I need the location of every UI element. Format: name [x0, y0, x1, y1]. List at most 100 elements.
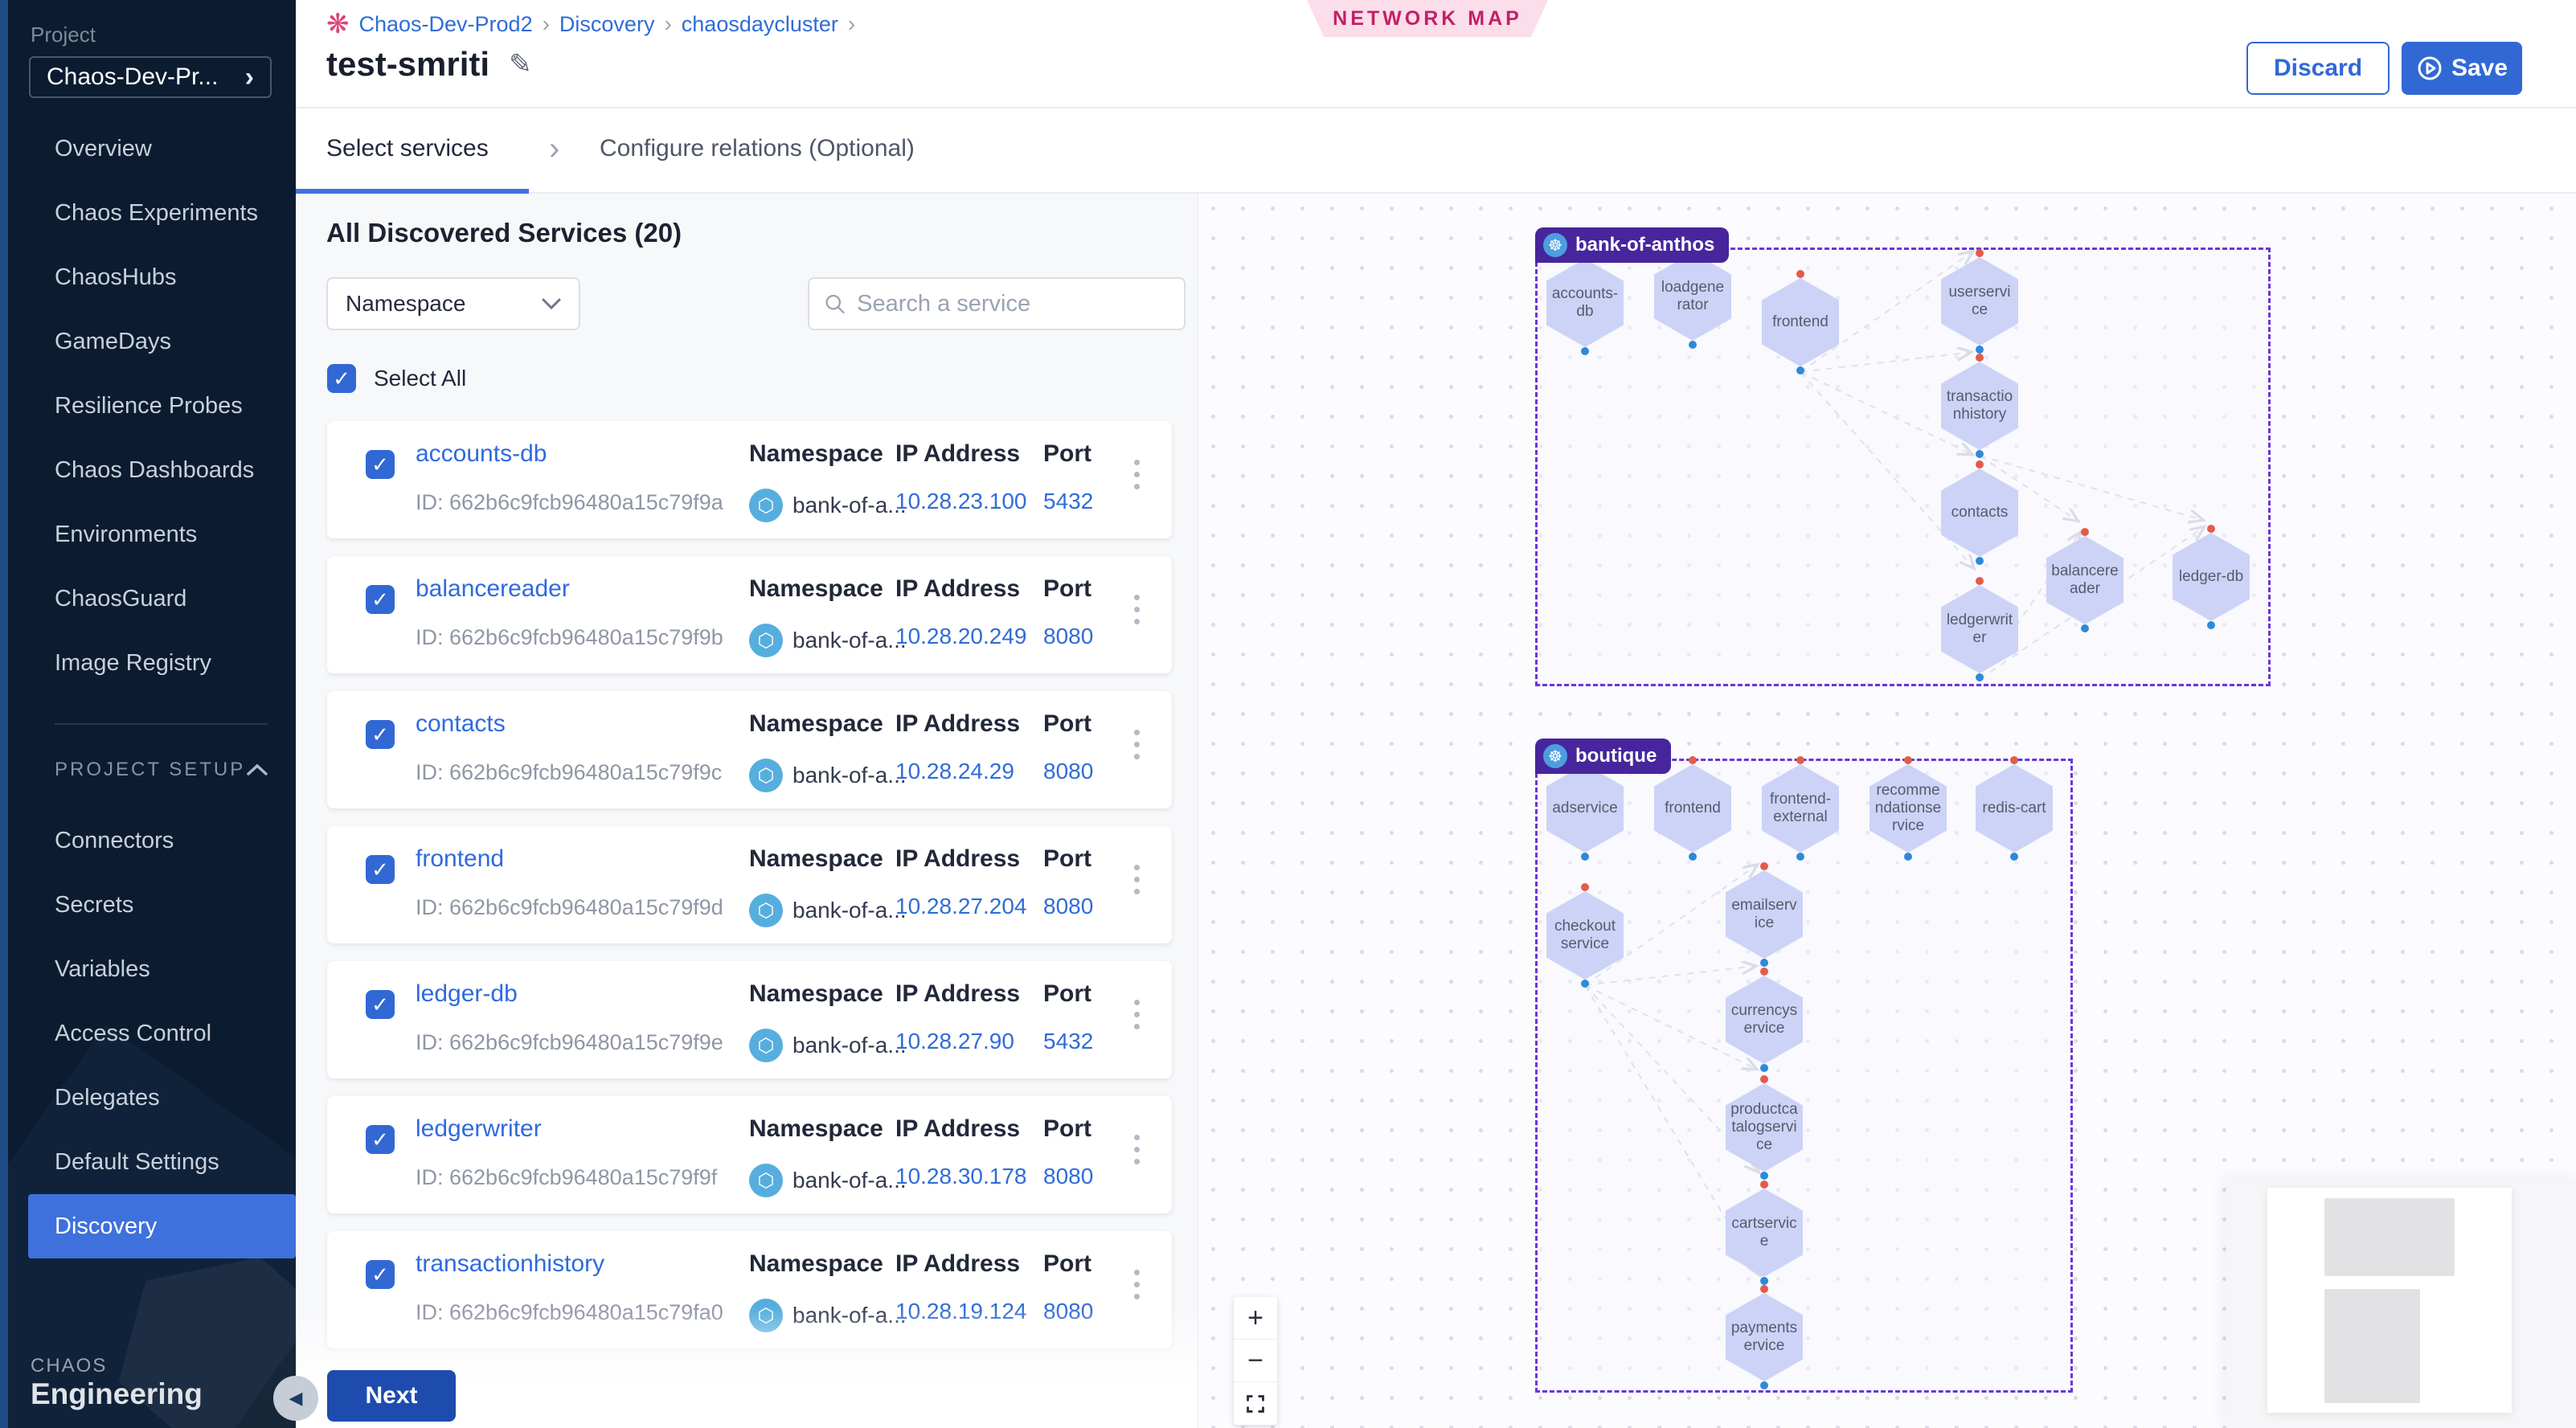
select-all-checkbox[interactable]: ✓	[327, 364, 356, 393]
service-checkbox[interactable]: ✓	[366, 990, 395, 1019]
sidebar-item-delegates[interactable]: Delegates	[8, 1066, 296, 1130]
active-tab-underline	[296, 189, 529, 194]
service-name-link[interactable]: ledger-db	[416, 980, 518, 1008]
page-header: ❋Chaos-Dev-Prod2›Discovery›chaosdayclust…	[296, 0, 2576, 108]
minimap[interactable]	[2226, 1180, 2576, 1428]
breadcrumb-separator-icon: ›	[848, 11, 855, 37]
service-checkbox[interactable]: ✓	[366, 1260, 395, 1289]
row-menu-kebab-icon[interactable]	[1129, 455, 1145, 494]
project-selector[interactable]: Chaos-Dev-Pr... ›	[29, 56, 272, 98]
egress-port-dot	[2081, 624, 2089, 632]
zoom-out-button[interactable]: −	[1234, 1340, 1277, 1382]
row-menu-kebab-icon[interactable]	[1129, 860, 1145, 899]
project-label: Project	[31, 23, 96, 47]
kebab-dot	[1134, 1135, 1140, 1140]
service-checkbox[interactable]: ✓	[366, 720, 395, 749]
sidebar-item-image-registry[interactable]: Image Registry	[8, 631, 296, 695]
row-menu-kebab-icon[interactable]	[1129, 1130, 1145, 1169]
egress-port-dot	[1689, 853, 1697, 861]
row-menu-kebab-icon[interactable]	[1129, 590, 1145, 629]
search-input[interactable]	[857, 291, 1169, 317]
next-button[interactable]: Next	[327, 1370, 456, 1422]
sidebar-item-variables[interactable]: Variables	[8, 937, 296, 1001]
service-name-link[interactable]: transactionhistory	[416, 1250, 604, 1278]
service-id: ID: 662b6c9fcb96480a15c79f9b	[416, 625, 723, 650]
service-checkbox[interactable]: ✓	[366, 450, 395, 479]
save-button[interactable]: Save	[2402, 42, 2522, 95]
column-header-namespace: Namespace	[749, 440, 883, 468]
sidebar-item-gamedays[interactable]: GameDays	[8, 309, 296, 374]
ip-value[interactable]: 10.28.27.90	[895, 1029, 1014, 1054]
egress-port-dot	[1760, 959, 1768, 967]
row-menu-kebab-icon[interactable]	[1129, 725, 1145, 764]
row-menu-kebab-icon[interactable]	[1129, 1265, 1145, 1304]
sidebar-item-chaosguard[interactable]: ChaosGuard	[8, 567, 296, 631]
row-menu-kebab-icon[interactable]	[1129, 995, 1145, 1034]
sidebar-item-resilience-probes[interactable]: Resilience Probes	[8, 374, 296, 438]
column-header-namespace: Namespace	[749, 710, 883, 738]
breadcrumb-link-1[interactable]: Discovery	[559, 12, 655, 37]
save-button-label: Save	[2451, 55, 2508, 82]
save-run-icon	[2416, 55, 2443, 82]
service-name-link[interactable]: accounts-db	[416, 440, 547, 468]
column-header-port: Port	[1043, 710, 1091, 738]
sidebar-item-environments[interactable]: Environments	[8, 502, 296, 567]
kebab-dot	[1134, 1282, 1140, 1287]
zoom-in-button[interactable]: +	[1234, 1297, 1277, 1340]
service-name-link[interactable]: balancereader	[416, 575, 570, 603]
breadcrumb-link-2[interactable]: chaosdaycluster	[682, 12, 838, 37]
breadcrumb-link-0[interactable]: Chaos-Dev-Prod2	[359, 12, 533, 37]
zoom-controls: +−	[1234, 1297, 1277, 1425]
sidebar-item-chaos-dashboards[interactable]: Chaos Dashboards	[8, 438, 296, 502]
ip-value[interactable]: 10.28.23.100	[895, 489, 1027, 514]
sidebar-item-secrets[interactable]: Secrets	[8, 873, 296, 937]
services-heading: All Discovered Services (20)	[326, 218, 682, 248]
sidebar-item-discovery[interactable]: Discovery	[28, 1194, 296, 1258]
sidebar-nav-main: OverviewChaos ExperimentsChaosHubsGameDa…	[8, 117, 296, 695]
service-id: ID: 662b6c9fcb96480a15c79f9e	[416, 1030, 723, 1055]
column-header-namespace: Namespace	[749, 575, 883, 603]
sidebar: Project Chaos-Dev-Pr... › OverviewChaos …	[8, 0, 296, 1428]
service-name-link[interactable]: frontend	[416, 845, 504, 873]
namespace-text: bank-of-a...	[792, 1033, 907, 1058]
sidebar-collapse-button[interactable]: ◀	[273, 1376, 318, 1421]
ingress-port-dot	[1760, 1075, 1768, 1083]
ip-value[interactable]: 10.28.27.204	[895, 894, 1027, 919]
service-checkbox[interactable]: ✓	[366, 585, 395, 614]
service-card: ✓frontendID: 662b6c9fcb96480a15c79f9dNam…	[327, 826, 1172, 943]
sidebar-item-overview[interactable]: Overview	[8, 117, 296, 181]
tab-select-services[interactable]: Select services	[326, 108, 489, 189]
namespace-filter-dropdown[interactable]: Namespace	[326, 277, 580, 330]
service-checkbox[interactable]: ✓	[366, 855, 395, 884]
service-name-link[interactable]: contacts	[416, 710, 506, 738]
ip-value[interactable]: 10.28.24.29	[895, 759, 1014, 784]
sidebar-item-connectors[interactable]: Connectors	[8, 808, 296, 873]
search-icon	[824, 292, 846, 316]
service-cards: ✓accounts-dbID: 662b6c9fcb96480a15c79f9a…	[327, 421, 1172, 1366]
ingress-port-dot	[1976, 249, 1984, 257]
port-value: 5432	[1043, 1029, 1093, 1054]
service-checkbox[interactable]: ✓	[366, 1125, 395, 1154]
discard-button[interactable]: Discard	[2246, 42, 2390, 95]
service-name-link[interactable]: ledgerwriter	[416, 1115, 542, 1143]
ip-value[interactable]: 10.28.20.249	[895, 624, 1027, 649]
kebab-dot	[1134, 484, 1140, 489]
column-header-port: Port	[1043, 1115, 1091, 1143]
column-header-namespace: Namespace	[749, 1115, 883, 1143]
project-setup-header[interactable]: PROJECT SETUP	[55, 751, 268, 788]
sidebar-item-chaoshubs[interactable]: ChaosHubs	[8, 245, 296, 309]
sidebar-item-chaos-experiments[interactable]: Chaos Experiments	[8, 181, 296, 245]
group-badge-boutique[interactable]: ☸boutique	[1535, 739, 1671, 774]
edit-title-icon[interactable]: ✎	[509, 48, 532, 80]
kebab-dot	[1134, 1024, 1140, 1029]
column-header-namespace: Namespace	[749, 1250, 883, 1278]
group-badge-bank-of-anthos[interactable]: ☸bank-of-anthos	[1535, 227, 1729, 263]
fit-view-button[interactable]	[1234, 1382, 1277, 1425]
ip-value[interactable]: 10.28.30.178	[895, 1164, 1027, 1189]
minimap-group-rect	[2324, 1198, 2455, 1276]
sidebar-item-access-control[interactable]: Access Control	[8, 1001, 296, 1066]
tab-configure-relations[interactable]: Configure relations (Optional)	[600, 108, 915, 189]
sidebar-item-default-settings[interactable]: Default Settings	[8, 1130, 296, 1194]
column-header-port: Port	[1043, 845, 1091, 873]
namespace-text: bank-of-a...	[792, 1168, 907, 1193]
